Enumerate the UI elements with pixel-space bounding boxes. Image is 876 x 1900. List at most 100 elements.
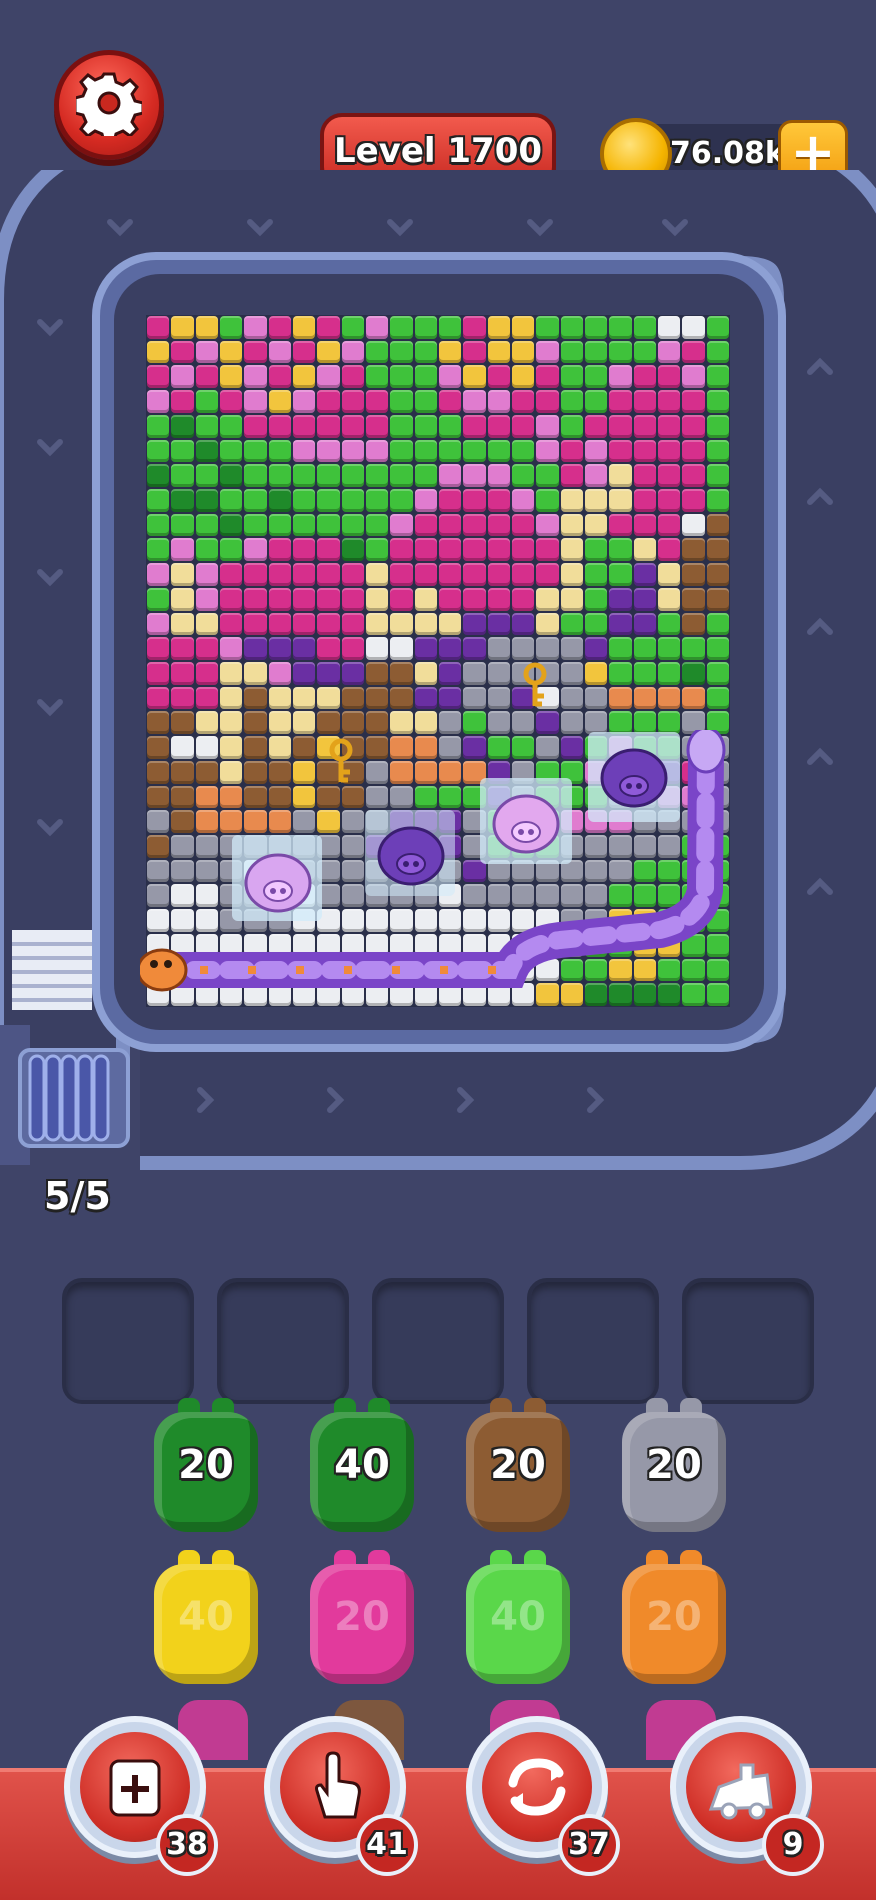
- pixel-cell: [244, 563, 267, 586]
- pixel-cell: [147, 661, 170, 685]
- pixel-cell: [220, 563, 243, 586]
- pixel-cell: [317, 365, 340, 389]
- pixel-cell: [293, 637, 316, 660]
- pixel-cell: [147, 488, 170, 512]
- pixel-cell: [560, 686, 583, 710]
- pixel-cell: [560, 340, 583, 364]
- pixel-cell: [487, 513, 510, 537]
- pixel-cell: [609, 661, 632, 685]
- pixel-cell: [439, 439, 462, 463]
- pixel-cell: [487, 340, 510, 364]
- pixel-cell: [244, 513, 267, 537]
- shuffle-booster[interactable]: 37: [466, 1716, 620, 1876]
- pixel-cell: [585, 661, 608, 685]
- pixel-cell: [293, 340, 316, 364]
- pixel-cell: [560, 612, 583, 636]
- pixel-cell: [341, 563, 364, 586]
- pixel-cell: [366, 365, 389, 389]
- pixel-cell: [633, 390, 656, 413]
- pixel-cell: [390, 414, 413, 438]
- holding-slot[interactable]: [62, 1278, 194, 1404]
- booster-count: 37: [558, 1814, 620, 1876]
- train-icon: [708, 1763, 773, 1820]
- shooter-5[interactable]: 40: [154, 1550, 258, 1690]
- pixel-cell: [512, 439, 535, 463]
- pixel-cell: [439, 365, 462, 389]
- pixel-cell: [317, 488, 340, 512]
- pixel-cell: [366, 513, 389, 537]
- pixel-cell: [195, 587, 218, 611]
- holding-slot[interactable]: [527, 1278, 659, 1404]
- shooter-count: 20: [490, 1442, 546, 1488]
- pixel-cell: [317, 637, 340, 660]
- shooter-4[interactable]: 20: [622, 1398, 726, 1538]
- pixel-cell: [487, 612, 510, 636]
- pixel-cell: [536, 439, 559, 463]
- pixel-cell: [293, 464, 316, 487]
- pixel-cell: [317, 513, 340, 537]
- pixel-cell: [560, 563, 583, 586]
- add-slot-booster[interactable]: 38: [64, 1716, 218, 1876]
- pixel-cell: [658, 587, 681, 611]
- pixel-cell: [195, 365, 218, 389]
- pixel-cell: [682, 538, 705, 562]
- pixel-cell: [293, 513, 316, 537]
- shooter-count: 20: [334, 1594, 390, 1640]
- pixel-cell: [536, 414, 559, 438]
- shooter-3[interactable]: 20: [466, 1398, 570, 1538]
- pixel-cell: [317, 439, 340, 463]
- pixel-cell: [512, 488, 535, 512]
- train-booster[interactable]: 9: [670, 1716, 824, 1876]
- pixel-cell: [220, 538, 243, 562]
- pixel-cell: [439, 637, 462, 660]
- pixel-cell: [658, 390, 681, 413]
- pixel-cell: [341, 439, 364, 463]
- shooter-1[interactable]: 20: [154, 1398, 258, 1538]
- tap-booster[interactable]: 41: [264, 1716, 418, 1876]
- pixel-cell: [536, 340, 559, 364]
- shooter-6[interactable]: 20: [310, 1550, 414, 1690]
- holding-slot[interactable]: [682, 1278, 814, 1404]
- pixel-cell: [658, 612, 681, 636]
- pixel-cell: [414, 316, 437, 339]
- pixel-cell: [195, 538, 218, 562]
- pixel-cell: [658, 340, 681, 364]
- pixel-cell: [390, 686, 413, 710]
- pixel-cell: [512, 414, 535, 438]
- pixel-cell: [220, 513, 243, 537]
- pixel-cell: [536, 538, 559, 562]
- pixel-cell: [463, 365, 486, 389]
- pixel-cell: [268, 612, 291, 636]
- pixel-cell: [390, 513, 413, 537]
- pixel-cell: [658, 414, 681, 438]
- pixel-cell: [414, 390, 437, 413]
- holding-slot[interactable]: [372, 1278, 504, 1404]
- holding-slot[interactable]: [217, 1278, 349, 1404]
- pig-icon: [600, 748, 668, 808]
- shooter-count: 20: [646, 1594, 702, 1640]
- pixel-cell: [268, 390, 291, 413]
- shooter-7[interactable]: 40: [466, 1550, 570, 1690]
- pixel-cell: [366, 587, 389, 611]
- pixel-cell: [439, 390, 462, 413]
- pixel-cell: [220, 464, 243, 487]
- pixel-cell: [293, 439, 316, 463]
- shooter-2[interactable]: 40: [310, 1398, 414, 1538]
- pixel-cell: [439, 340, 462, 364]
- pixel-cell: [268, 316, 291, 339]
- pixel-cell: [195, 316, 218, 339]
- pixel-cell: [244, 661, 267, 685]
- pixel-cell: [366, 686, 389, 710]
- pixel-cell: [317, 686, 340, 710]
- pixel-cell: [609, 513, 632, 537]
- pixel-cell: [317, 538, 340, 562]
- pixel-cell: [463, 488, 486, 512]
- settings-button[interactable]: [54, 50, 164, 160]
- booster-count: 9: [762, 1814, 824, 1876]
- pixel-cell: [633, 538, 656, 562]
- pixel-cell: [195, 637, 218, 660]
- pixel-cell: [512, 538, 535, 562]
- pixel-cell: [293, 612, 316, 636]
- pixel-cell: [585, 316, 608, 339]
- shooter-8[interactable]: 20: [622, 1550, 726, 1690]
